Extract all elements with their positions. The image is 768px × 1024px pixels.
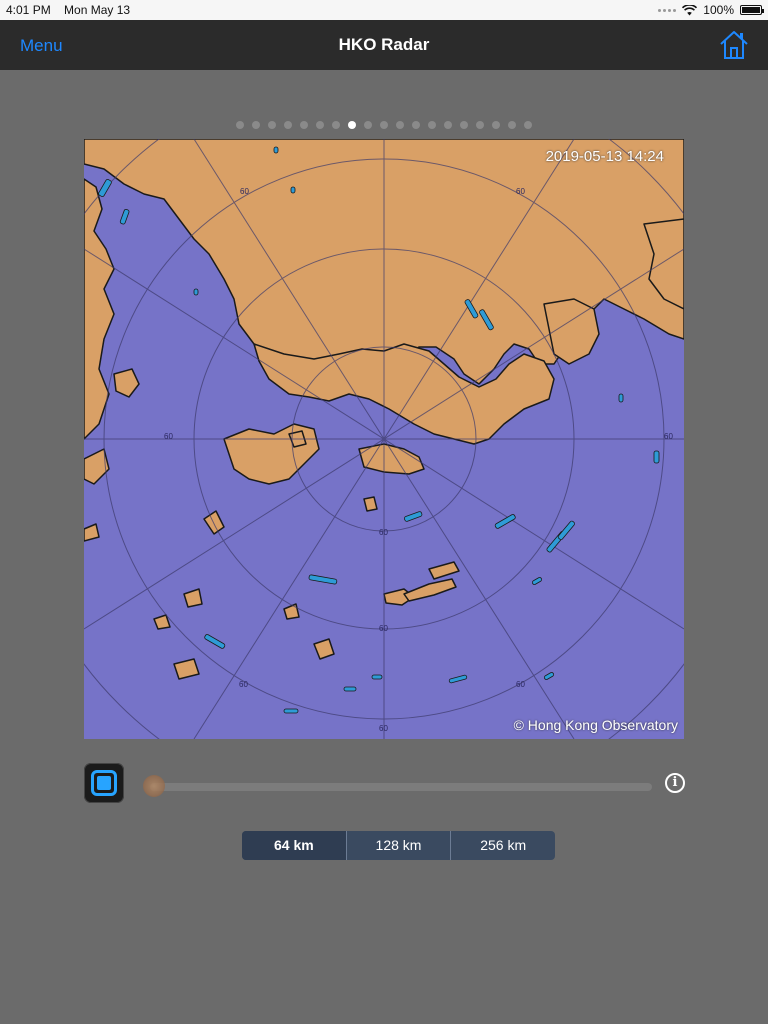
status-date: Mon May 13 [64,3,131,17]
stop-button[interactable] [84,763,124,803]
wifi-icon [682,4,698,15]
page-dot[interactable] [460,121,468,129]
radar-timestamp: 2019-05-13 14:24 [545,148,664,165]
info-icon[interactable]: i [665,773,685,793]
page-dot[interactable] [508,121,516,129]
range-selector: 64 km 128 km 256 km [242,831,555,860]
page-dot[interactable] [396,121,404,129]
page-dot[interactable] [348,121,356,129]
radar-map: 60 60 60 60 60 60 60 60 60 [84,139,684,739]
status-time: 4:01 PM [6,3,51,17]
radar-copyright: © Hong Kong Observatory [513,717,678,733]
battery-icon [740,5,764,15]
timeline-slider-thumb[interactable] [143,775,165,797]
battery-percent: 100% [703,3,734,17]
page-dot[interactable] [300,121,308,129]
page-dot[interactable] [332,121,340,129]
timeline-slider[interactable] [150,783,652,791]
svg-text:60: 60 [664,432,673,441]
page-dot[interactable] [476,121,484,129]
signal-icon [658,8,677,12]
page-dot[interactable] [364,121,372,129]
page-dot[interactable] [236,121,244,129]
svg-text:60: 60 [516,680,525,689]
radar-image: 60 60 60 60 60 60 60 60 60 2019-05-13 14… [84,139,684,739]
svg-text:60: 60 [516,187,525,196]
svg-text:60: 60 [379,724,388,733]
range-64km-button[interactable]: 64 km [242,831,346,860]
svg-text:60: 60 [164,432,173,441]
range-128km-button[interactable]: 128 km [345,831,451,860]
page-dot[interactable] [492,121,500,129]
page-dot[interactable] [316,121,324,129]
page-dot[interactable] [428,121,436,129]
page-dot[interactable] [380,121,388,129]
page-dot[interactable] [268,121,276,129]
svg-text:60: 60 [379,624,388,633]
status-bar: 4:01 PM Mon May 13 100% [0,0,768,20]
home-icon[interactable] [718,29,750,61]
page-dot[interactable] [284,121,292,129]
page-indicator[interactable] [0,121,768,129]
nav-bar: Menu HKO Radar [0,20,768,70]
page-dot[interactable] [444,121,452,129]
page-dot[interactable] [252,121,260,129]
page-dot[interactable] [524,121,532,129]
svg-text:60: 60 [239,680,248,689]
range-256km-button[interactable]: 256 km [450,831,555,860]
page-dot[interactable] [412,121,420,129]
page-title: HKO Radar [338,35,430,54]
svg-text:60: 60 [240,187,249,196]
svg-text:60: 60 [379,528,388,537]
